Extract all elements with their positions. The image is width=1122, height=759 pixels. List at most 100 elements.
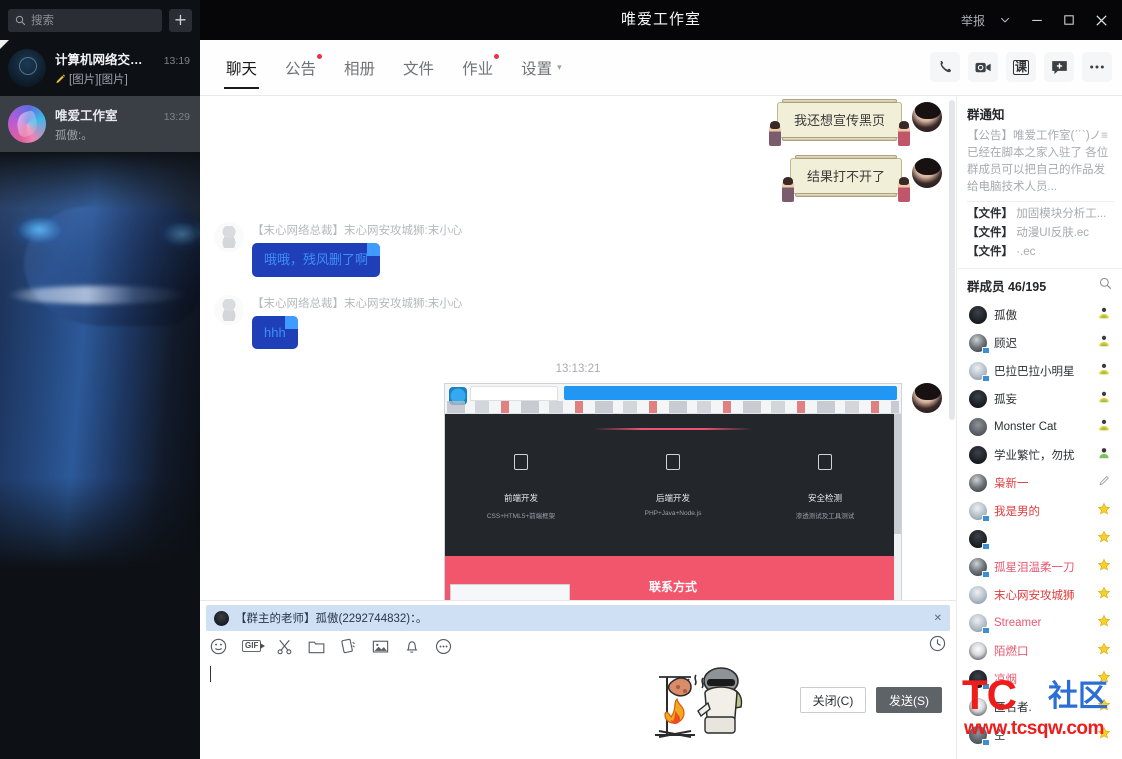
chevron-down-icon[interactable] [990,6,1020,34]
message-input[interactable]: 关闭(C) 发送(S) [200,661,956,723]
tab-chat[interactable]: 聊天 [212,40,271,96]
notice-file-item[interactable]: 【文件】 加固模块分析工... [967,205,1114,224]
chat-list-item[interactable]: 唯爱工作室 13:29 孤傲:。 [0,96,200,152]
message-text: 哦哦，残风删了啊 [264,252,369,267]
browser-address-bar [564,386,897,401]
member-row[interactable]: 学业繁忙，勿扰 [959,441,1120,469]
chat-list-item[interactable]: 计算机网络交流群 13:19 [图片][图片] [0,40,200,96]
image-message-partial[interactable] [450,584,570,600]
member-row[interactable]: 枭新一 [959,469,1120,497]
message-bubble[interactable]: hhh [252,315,298,350]
notice-file-item[interactable]: 【文件】 动漫UI反肤.ec [967,224,1114,243]
tab-homework[interactable]: 作业 [448,40,507,96]
tab-label: 作业 [462,61,494,78]
member-row[interactable]: 空 [959,721,1120,749]
member-row[interactable]: 顾迟 [959,329,1120,357]
avatar[interactable] [912,102,942,132]
video-call-icon[interactable] [968,52,998,82]
more-actions-icon[interactable] [1082,52,1112,82]
send-button[interactable]: 发送(S) [876,687,942,713]
member-row[interactable]: 我是男的 [959,497,1120,525]
message-scrollbar[interactable] [949,100,955,420]
class-icon[interactable]: 课 [1006,52,1036,82]
history-clock-icon[interactable] [929,635,946,657]
member-row[interactable]: 末心网安攻城狮 [959,581,1120,609]
avatar[interactable] [214,294,244,325]
service-columns: 前端开发 CSS+HTML5+前端框架 后端开发 PHP+Java+Node.j… [445,454,901,520]
section-underline [593,428,753,431]
avatar [969,306,987,324]
close-button[interactable]: 关闭(C) [800,687,866,713]
tab-album[interactable]: 相册 [330,40,389,96]
member-name: 空 [994,730,1006,742]
chibi-figure-left-icon [781,177,794,202]
gif-icon[interactable]: GIF [242,640,266,652]
notice-file-name: 加固模块分析工... [1016,208,1107,220]
notice-file-tag: 【文件】 [967,208,1013,220]
minimize-icon[interactable] [1022,6,1052,34]
member-rank-icon [1096,502,1112,521]
member-row[interactable]: 匿名者. [959,693,1120,721]
image-icon[interactable] [372,639,389,654]
close-icon[interactable]: ✕ [934,613,942,624]
add-member-icon[interactable] [1044,52,1074,82]
avatar[interactable] [214,222,244,252]
message-bubble[interactable]: 我还想宣传黑页 [768,99,910,146]
bell-icon[interactable] [404,638,420,655]
voice-call-icon[interactable] [930,52,960,82]
member-name: 顾迟 [994,338,1017,350]
member-row[interactable]: 凉烟 [959,665,1120,693]
notice-file-item[interactable]: 【文件】 ·.ec [967,243,1114,262]
member-name: 陌燃口 [994,646,1029,658]
maximize-icon[interactable] [1054,6,1084,34]
screenshot-icon[interactable] [276,638,293,655]
chat-item-name: 唯爱工作室 [55,109,118,123]
message-list[interactable]: 我还想宣传黑页 结果打不开了 【末心网络总裁】末心网安攻城狮:末小心 哦哦，残风… [200,96,956,600]
service-subtitle: PHP+Java+Node.js [644,510,702,518]
member-row[interactable]: 孤星泪温柔一刀 [959,553,1120,581]
member-name: 末心网安攻城狮 [994,590,1075,602]
member-row[interactable]: 陌燃口 [959,637,1120,665]
add-chat-button[interactable]: + [169,8,192,32]
unread-dot [317,54,323,59]
file-icon[interactable] [308,639,325,654]
close-icon[interactable] [1086,6,1116,34]
more-tools-icon[interactable] [435,638,452,655]
message-row: 结果打不开了 [200,155,956,202]
tab-label: 公告 [285,61,317,78]
search-icon[interactable] [1099,277,1112,295]
avatar[interactable] [912,158,942,188]
message-bubble[interactable]: 哦哦，残风删了啊 [252,243,381,277]
avatar[interactable] [912,383,942,414]
header-actions: 课 [930,52,1112,82]
tab-label: 聊天 [226,61,258,78]
reply-quote-bar[interactable]: 【群主的老师】孤傲(2292744832)：。 ✕ [206,605,950,631]
group-notice-block: 群通知 【公告】唯爱工作室(ˊ˙ˋ)ノ≡已经在脚本之家入驻了 各位群成员可以把自… [957,96,1122,268]
member-name: 巴拉巴拉小明星 [994,366,1075,378]
member-list[interactable]: 孤傲顾迟巴拉巴拉小明星孤妄 Monster Cat 学业繁忙，勿扰枭新一 我是男的孤星… [957,301,1122,749]
avatar [969,614,990,634]
member-row[interactable]: 孤傲 [959,301,1120,329]
tab-announcement[interactable]: 公告 [271,40,330,96]
member-name: 学业繁忙，勿扰 [994,450,1075,462]
member-row[interactable]: Streamer [959,609,1120,637]
tabs: 聊天 公告 相册 文件 作业 设置 ▾ [212,40,576,96]
member-row[interactable]: 巴拉巴拉小明星 [959,357,1120,385]
message-sender: 【末心网络总裁】末心网安攻城狮:末小心 [252,225,463,237]
member-rank-icon [1096,334,1112,353]
tab-files[interactable]: 文件 [389,40,448,96]
search-input[interactable]: 搜索 [8,8,162,32]
member-row[interactable]: 孤妄 [959,385,1120,413]
tab-settings[interactable]: 设置 ▾ [507,40,576,96]
member-row[interactable] [959,525,1120,553]
image-message[interactable]: 前端开发 CSS+HTML5+前端框架 后端开发 PHP+Java+Node.j… [444,383,902,600]
emoji-icon[interactable] [210,638,227,655]
avatar [969,390,987,408]
message-bubble[interactable]: 结果打不开了 [781,155,910,202]
shake-icon[interactable] [340,638,357,654]
group-notice-body[interactable]: 【公告】唯爱工作室(ˊ˙ˋ)ノ≡已经在脚本之家入驻了 各位群成员可以把自己的作品… [967,128,1114,196]
report-button[interactable]: 举报 [955,12,988,29]
message-text: 我还想宣传黑页 [793,113,885,128]
member-row[interactable]: Monster Cat [959,413,1120,441]
title-bar: 唯爱工作室 举报 [200,0,1122,40]
